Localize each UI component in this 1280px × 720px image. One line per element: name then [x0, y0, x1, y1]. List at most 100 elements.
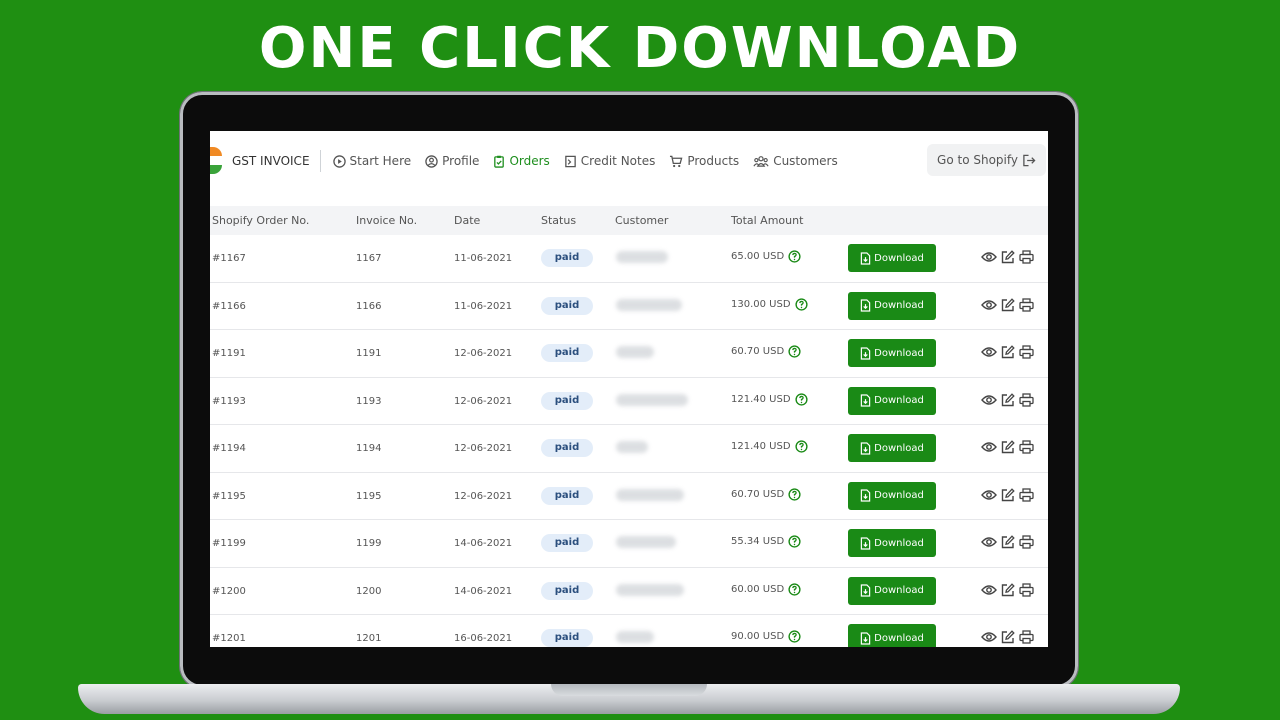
- edit-icon[interactable]: [1001, 392, 1015, 407]
- order-date: 12-06-2021: [454, 348, 513, 359]
- clipboard-check-icon: [494, 155, 505, 168]
- row-actions: [981, 297, 1038, 312]
- table-row: #1191 1191 12-06-2021 paid 60.70 USD Dow…: [210, 330, 1048, 378]
- row-actions: [981, 582, 1038, 597]
- print-icon[interactable]: [1019, 535, 1034, 549]
- download-button[interactable]: Download: [848, 339, 936, 367]
- user-circle-icon: [425, 154, 438, 168]
- view-eye-icon[interactable]: [981, 393, 997, 407]
- print-icon[interactable]: [1019, 440, 1034, 454]
- order-number: #1199: [212, 538, 246, 549]
- edit-icon[interactable]: [1001, 297, 1015, 312]
- view-eye-icon[interactable]: [981, 298, 997, 312]
- download-label: Download: [874, 537, 924, 549]
- total-amount: 60.70 USD: [731, 487, 801, 501]
- total-amount: 60.00 USD: [731, 582, 801, 596]
- view-eye-icon[interactable]: [981, 345, 997, 359]
- help-circle-icon[interactable]: [788, 487, 801, 501]
- status-badge: paid: [541, 249, 593, 267]
- nav-item-credit-notes[interactable]: Credit Notes: [564, 154, 655, 168]
- view-eye-icon[interactable]: [981, 630, 997, 644]
- download-label: Download: [874, 395, 924, 406]
- amount-value: 55.34 USD: [731, 536, 785, 547]
- view-eye-icon[interactable]: [981, 583, 997, 597]
- nav-item-start-here[interactable]: Start Here: [332, 154, 411, 168]
- headline: ONE CLICK DOWNLOAD: [258, 16, 1022, 81]
- help-circle-icon[interactable]: [788, 535, 801, 548]
- print-icon[interactable]: [1019, 392, 1034, 407]
- customer-name-blurred: [616, 251, 668, 263]
- invoice-number: 1199: [356, 538, 382, 549]
- amount-value: 90.00 USD: [731, 631, 785, 642]
- status-badge: paid: [541, 534, 593, 552]
- print-icon[interactable]: [1019, 582, 1034, 597]
- view-eye-icon[interactable]: [981, 250, 997, 264]
- nav-item-label: Customers: [773, 154, 838, 168]
- invoice-number: 1195: [356, 490, 382, 502]
- print-icon[interactable]: [1019, 345, 1034, 359]
- print-icon[interactable]: [1019, 297, 1034, 312]
- header-date: Date: [454, 214, 481, 227]
- edit-icon[interactable]: [1001, 630, 1015, 644]
- edit-icon[interactable]: [1001, 535, 1015, 549]
- table-row: #1200 1200 14-06-2021 paid 60.00 USD Dow…: [210, 568, 1048, 615]
- download-label: Download: [874, 252, 924, 264]
- amount-value: 60.70 USD: [731, 346, 785, 357]
- download-button[interactable]: Download: [848, 291, 936, 320]
- row-actions: [981, 392, 1038, 407]
- nav-divider: [319, 150, 321, 172]
- row-actions: [981, 630, 1038, 644]
- help-circle-icon[interactable]: [794, 297, 808, 311]
- file-download-icon: [860, 251, 871, 265]
- nav-item-products[interactable]: Products: [669, 154, 739, 168]
- table-row: #1194 1194 12-06-2021 paid 121.40 USD Do…: [210, 425, 1048, 473]
- download-button[interactable]: Download: [848, 529, 936, 557]
- nav-item-customers[interactable]: Customers: [753, 154, 838, 168]
- help-circle-icon[interactable]: [788, 250, 801, 263]
- view-eye-icon[interactable]: [981, 440, 997, 454]
- download-button[interactable]: Download: [848, 244, 936, 272]
- order-number: #1191: [212, 348, 246, 359]
- view-eye-icon[interactable]: [981, 488, 997, 502]
- view-eye-icon[interactable]: [981, 535, 997, 549]
- nav-item-label: Orders: [509, 154, 550, 168]
- download-button[interactable]: Download: [848, 481, 936, 510]
- invoice-number: 1200: [356, 585, 382, 597]
- download-button[interactable]: Download: [848, 576, 936, 605]
- order-date: 12-06-2021: [454, 395, 513, 407]
- nav-item-orders[interactable]: Orders: [493, 154, 550, 168]
- status-badge: paid: [541, 629, 593, 647]
- edit-icon[interactable]: [1001, 582, 1015, 597]
- order-number: #1193: [212, 395, 246, 407]
- edit-icon[interactable]: [1001, 345, 1015, 359]
- edit-icon[interactable]: [1001, 487, 1015, 502]
- help-circle-icon[interactable]: [794, 440, 808, 453]
- help-circle-icon[interactable]: [788, 345, 801, 358]
- download-label: Download: [874, 300, 924, 311]
- go-to-shopify-button[interactable]: Go to Shopify: [927, 144, 1046, 176]
- row-actions: [981, 535, 1038, 549]
- help-circle-icon[interactable]: [788, 630, 801, 643]
- download-label: Download: [874, 347, 924, 359]
- invoice-number: 1193: [356, 395, 382, 407]
- download-button[interactable]: Download: [848, 386, 936, 415]
- cart-icon: [670, 155, 683, 167]
- status-badge: paid: [541, 439, 593, 457]
- download-button[interactable]: Download: [848, 624, 936, 647]
- customer-name-blurred: [616, 536, 676, 548]
- status-badge: paid: [541, 486, 593, 505]
- print-icon[interactable]: [1019, 250, 1034, 264]
- users-icon: [753, 155, 769, 167]
- help-circle-icon[interactable]: [794, 392, 808, 406]
- help-circle-icon[interactable]: [788, 582, 801, 596]
- app-screen: GST INVOICE Start Here Profile Orders Cr…: [210, 131, 1048, 647]
- edit-icon[interactable]: [1001, 250, 1015, 264]
- note-icon: [565, 155, 576, 167]
- download-button[interactable]: Download: [848, 434, 936, 462]
- print-icon[interactable]: [1019, 630, 1034, 644]
- nav-item-profile[interactable]: Profile: [425, 154, 479, 168]
- print-icon[interactable]: [1019, 487, 1034, 502]
- edit-icon[interactable]: [1001, 440, 1015, 454]
- brand-name: GST INVOICE: [232, 154, 310, 168]
- customer-name-blurred: [616, 346, 654, 358]
